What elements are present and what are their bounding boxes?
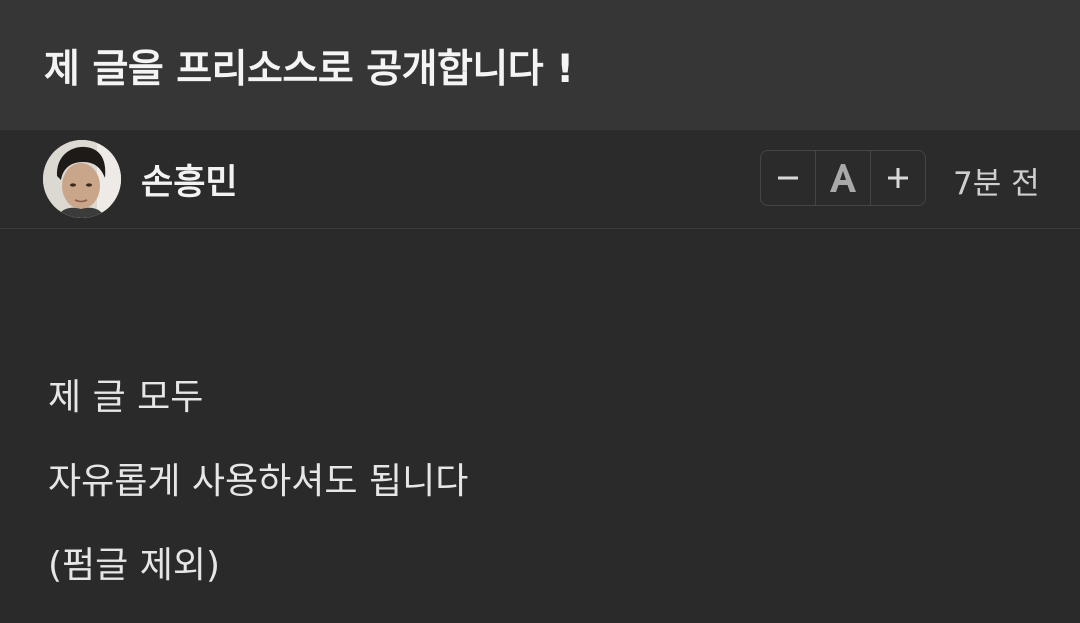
content-line: 제 글 모두	[48, 377, 204, 418]
author-name[interactable]: 손흥민	[141, 154, 238, 205]
post-view: 제 글을 프리소스로 공개합니다 ! 손흥민 7분 전 제 글 모두 자유롭게 …	[0, 0, 1080, 623]
font-size-controls	[760, 150, 926, 206]
user-avatar-icon	[43, 140, 121, 218]
author-avatar[interactable]	[43, 140, 121, 218]
font-reset-button[interactable]	[816, 151, 871, 205]
title-bar: 제 글을 프리소스로 공개합니다 !	[0, 0, 1080, 130]
author-row: 손흥민 7분 전	[0, 130, 1080, 229]
post-content: 제 글 모두 자유롭게 사용하셔도 됩니다 (펌글 제외)	[48, 377, 1028, 623]
font-size-icon	[830, 164, 856, 192]
plus-icon	[888, 168, 908, 188]
post-timestamp: 7분 전	[953, 166, 1040, 202]
minus-icon	[778, 176, 798, 180]
font-increase-button[interactable]	[871, 151, 925, 205]
post-title: 제 글을 프리소스로 공개합니다 !	[44, 47, 574, 92]
font-decrease-button[interactable]	[761, 151, 816, 205]
content-line: 자유롭게 사용하셔도 됩니다	[48, 461, 469, 502]
content-line: (펌글 제외)	[48, 545, 221, 586]
